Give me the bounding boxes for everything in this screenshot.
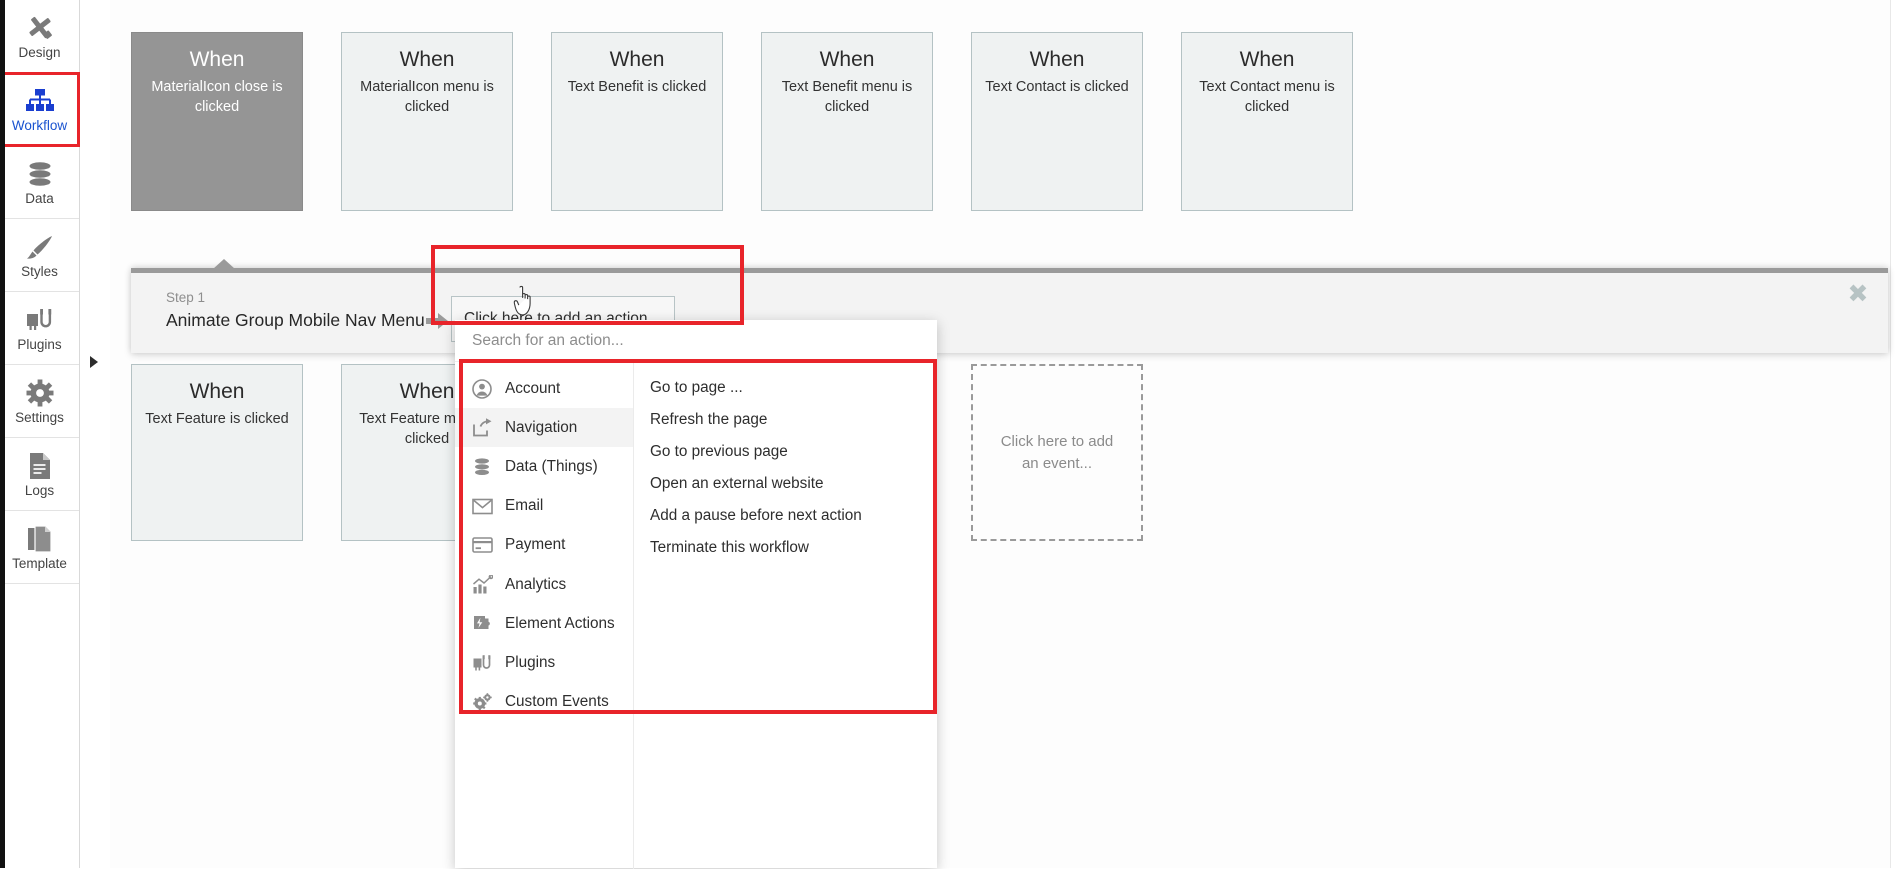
action-item[interactable]: Open an external website bbox=[634, 468, 937, 500]
category-item-account[interactable]: Account bbox=[455, 369, 633, 408]
sidebar-item-design[interactable]: Design bbox=[0, 0, 79, 73]
category-label: Data (Things) bbox=[505, 457, 598, 475]
category-item-analytics[interactable]: Analytics bbox=[455, 565, 633, 604]
close-icon[interactable]: ✖ bbox=[1846, 281, 1870, 306]
analytics-icon bbox=[471, 574, 493, 596]
event-card-when: When bbox=[399, 48, 455, 71]
canvas-right-edge bbox=[1890, 0, 1904, 868]
event-card-when: When bbox=[819, 48, 875, 71]
logs-icon bbox=[28, 451, 52, 481]
event-card-desc: Text Contact menu is clicked bbox=[1199, 79, 1335, 115]
event-card-when: When bbox=[1029, 48, 1085, 71]
sidebar-item-settings[interactable]: Settings bbox=[0, 365, 79, 438]
category-item-custom-events[interactable]: Custom Events bbox=[455, 683, 633, 722]
sidebar-gutter bbox=[79, 0, 110, 868]
action-list: Go to page ... Refresh the page Go to pr… bbox=[634, 362, 937, 869]
category-item-email[interactable]: Email bbox=[455, 487, 633, 526]
event-card[interactable]: When Text Benefit is clicked bbox=[551, 32, 723, 211]
category-item-payment[interactable]: Payment bbox=[455, 526, 633, 565]
element-actions-icon bbox=[471, 613, 493, 635]
sidebar-item-workflow[interactable]: Workflow bbox=[0, 72, 80, 147]
event-card-when: When bbox=[399, 380, 455, 403]
action-item[interactable]: Terminate this workflow bbox=[634, 532, 937, 564]
sidebar-item-logs[interactable]: Logs bbox=[0, 438, 79, 511]
category-item-plugins[interactable]: Plugins bbox=[455, 643, 633, 682]
credit-card-icon bbox=[471, 534, 493, 556]
search-placeholder: Search for an action... bbox=[472, 331, 624, 349]
category-label: Analytics bbox=[505, 575, 567, 593]
event-card-desc: Text Benefit is clicked bbox=[567, 79, 707, 95]
add-event-placeholder[interactable]: Click here to add an event... bbox=[971, 364, 1143, 541]
styles-icon bbox=[25, 232, 55, 262]
workflow-icon bbox=[24, 86, 56, 116]
chevron-right-icon bbox=[90, 356, 98, 368]
action-item[interactable]: Go to previous page bbox=[634, 436, 937, 468]
category-label: Account bbox=[505, 379, 561, 397]
search-input[interactable]: Search for an action... bbox=[455, 320, 937, 361]
action-item[interactable]: Go to page ... bbox=[634, 372, 937, 404]
event-card[interactable]: When Text Feature is clicked bbox=[131, 364, 303, 541]
category-label: Element Actions bbox=[505, 614, 615, 632]
action-item[interactable]: Add a pause before next action bbox=[634, 500, 937, 532]
sidebar-item-label: Design bbox=[18, 44, 61, 60]
plugins-icon bbox=[471, 652, 493, 674]
event-card[interactable]: When MaterialIcon menu is clicked bbox=[341, 32, 513, 211]
event-card[interactable]: When Text Benefit menu is clicked bbox=[761, 32, 933, 211]
database-icon bbox=[471, 456, 493, 478]
category-label: Plugins bbox=[505, 653, 556, 671]
account-icon bbox=[471, 378, 493, 400]
sidebar-item-label: Styles bbox=[21, 263, 58, 279]
event-card-when: When bbox=[609, 48, 665, 71]
event-card[interactable]: When Text Contact is clicked bbox=[971, 32, 1143, 211]
envelope-icon bbox=[471, 495, 493, 517]
sidebar-item-styles[interactable]: Styles bbox=[0, 219, 79, 292]
event-card-desc: MaterialIcon close is clicked bbox=[151, 79, 283, 115]
arrow-right-icon bbox=[426, 313, 448, 329]
data-icon bbox=[26, 159, 54, 189]
design-icon bbox=[25, 13, 55, 43]
action-item[interactable]: Refresh the page bbox=[634, 404, 937, 436]
sidebar-item-template[interactable]: Template bbox=[0, 511, 79, 584]
custom-events-icon bbox=[471, 691, 493, 713]
window-left-edge bbox=[0, 0, 5, 868]
sidebar-item-label: Logs bbox=[24, 482, 55, 498]
left-sidebar: Design Workflow Data Styles Plugins Sett… bbox=[0, 0, 80, 868]
step-number-label: Step 1 bbox=[166, 290, 206, 305]
plugins-icon bbox=[25, 305, 55, 335]
action-picker-dropdown: Search for an action... Account Navigati… bbox=[455, 320, 937, 869]
event-card-desc: Text Contact is clicked bbox=[985, 79, 1129, 95]
event-card[interactable]: When Text Contact menu is clicked bbox=[1181, 32, 1353, 211]
sidebar-item-label: Data bbox=[25, 190, 54, 206]
navigation-icon bbox=[471, 417, 493, 439]
category-label: Custom Events bbox=[505, 693, 609, 711]
template-icon bbox=[27, 524, 53, 554]
step-panel: Step 1 Animate Group Mobile Nav Menu Cli… bbox=[131, 259, 1888, 353]
category-list: Account Navigation Data (Things) Email P… bbox=[455, 362, 634, 869]
step-panel-pointer bbox=[213, 259, 235, 269]
event-card[interactable]: When MaterialIcon close is clicked bbox=[131, 32, 303, 211]
dropdown-body: Account Navigation Data (Things) Email P… bbox=[455, 361, 937, 869]
category-label: Email bbox=[505, 497, 544, 515]
event-card-desc: MaterialIcon menu is clicked bbox=[360, 79, 494, 115]
category-item-data-things[interactable]: Data (Things) bbox=[455, 447, 633, 486]
category-item-element-actions[interactable]: Element Actions bbox=[455, 604, 633, 643]
sidebar-item-label: Template bbox=[12, 555, 67, 571]
sidebar-item-plugins[interactable]: Plugins bbox=[0, 292, 79, 365]
step-panel-top-bar bbox=[131, 268, 1888, 273]
sidebar-item-label: Settings bbox=[15, 409, 64, 425]
event-card-when: When bbox=[189, 380, 245, 403]
settings-icon bbox=[26, 378, 54, 408]
sidebar-item-data[interactable]: Data bbox=[0, 146, 79, 219]
event-card-when: When bbox=[1239, 48, 1295, 71]
event-card-desc: Text Feature is clicked bbox=[145, 411, 289, 427]
sidebar-item-label: Workflow bbox=[11, 117, 68, 133]
category-label: Payment bbox=[505, 536, 566, 554]
sidebar-item-label: Plugins bbox=[17, 336, 62, 352]
event-card-when: When bbox=[189, 48, 245, 71]
step-title: Animate Group Mobile Nav Menu bbox=[166, 310, 425, 330]
event-card-desc: Text Benefit menu is clicked bbox=[781, 79, 913, 115]
category-label: Navigation bbox=[505, 418, 578, 436]
sidebar-collapse-toggle[interactable] bbox=[79, 352, 109, 372]
category-item-navigation[interactable]: Navigation bbox=[455, 408, 633, 448]
